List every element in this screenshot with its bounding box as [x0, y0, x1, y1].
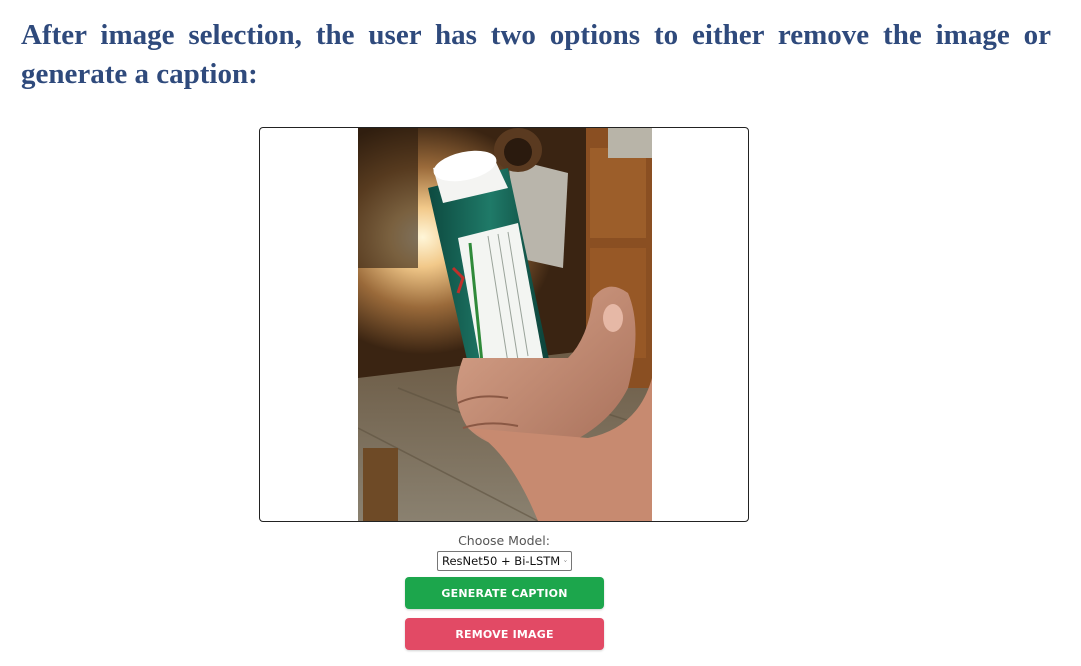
model-select[interactable]: ResNet50 + Bi-LSTM — [437, 551, 572, 571]
choose-model-label: Choose Model: — [458, 533, 550, 548]
generate-caption-button[interactable]: GENERATE CAPTION — [405, 577, 604, 609]
selected-image — [358, 128, 652, 521]
page-heading: After image selection, the user has two … — [21, 19, 1051, 90]
chevron-down-icon — [564, 560, 567, 562]
image-preview-frame — [259, 127, 749, 522]
remove-image-button[interactable]: REMOVE IMAGE — [405, 618, 604, 650]
model-select-value: ResNet50 + Bi-LSTM — [442, 554, 561, 568]
